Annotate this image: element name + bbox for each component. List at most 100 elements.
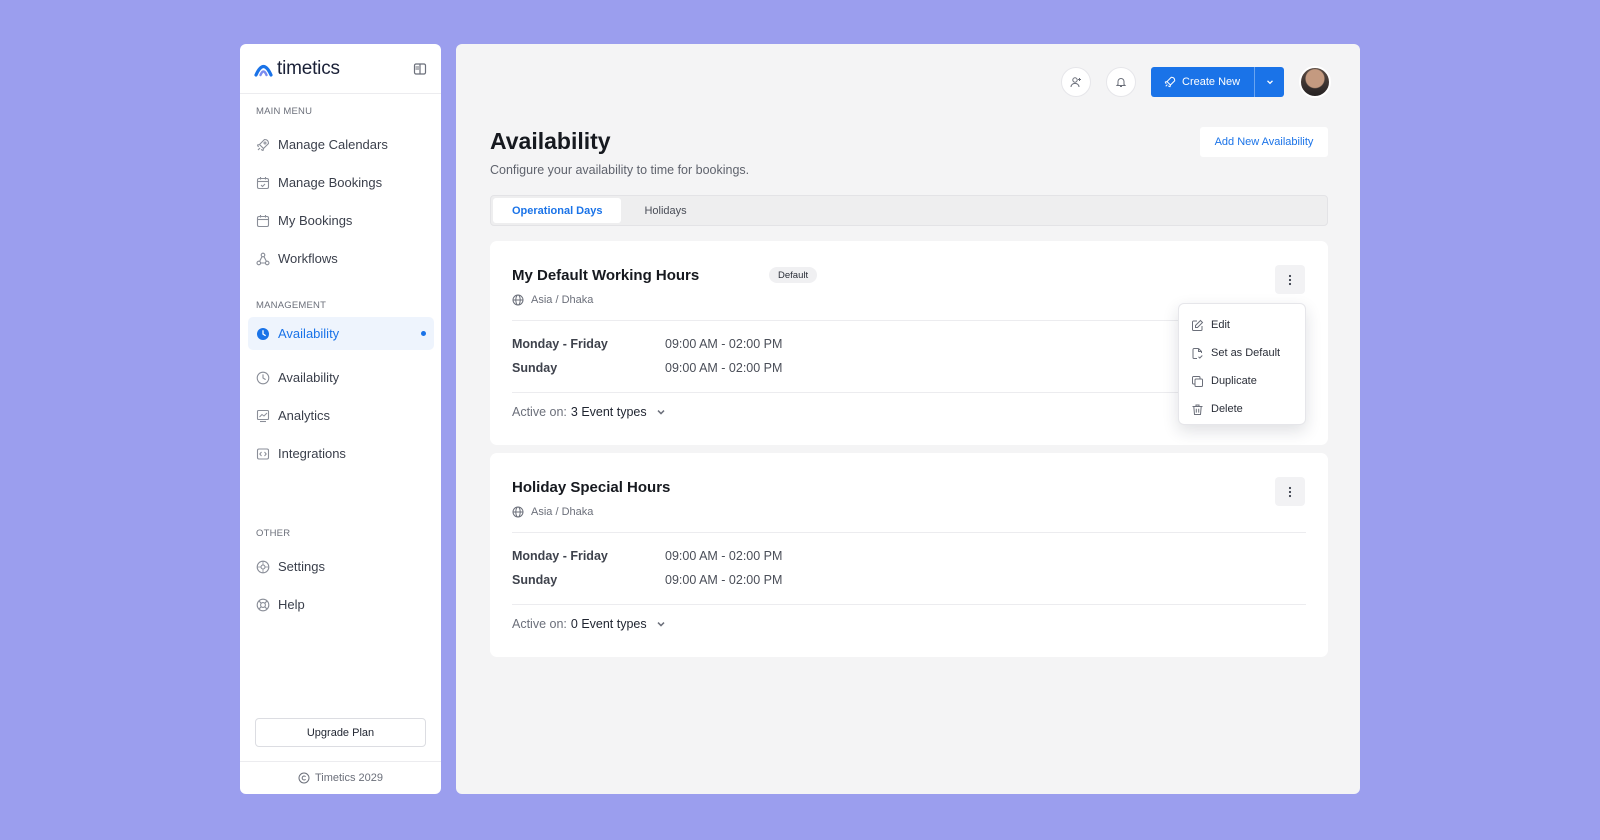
menu-item-label: Delete [1211, 403, 1243, 415]
default-badge: Default [769, 267, 818, 283]
tab-bar: Operational Days Holidays [490, 195, 1328, 226]
sidebar-item-label: Integrations [278, 446, 346, 461]
sidebar-footer: Timetics 2029 [240, 761, 441, 794]
management-label: MANAGEMENT [256, 300, 327, 311]
menu-item-set-as-default[interactable]: Set as Default [1179, 339, 1305, 367]
card-title: Holiday Special Hours [512, 479, 671, 496]
help-icon [256, 598, 270, 611]
page-subtitle: Configure your availability to time for … [490, 163, 750, 177]
calendar-icon [256, 214, 270, 227]
create-new-button[interactable]: Create New [1151, 67, 1284, 97]
chevron-down-icon [657, 622, 665, 627]
create-new-main[interactable]: Create New [1151, 76, 1254, 88]
menu-item-label: Duplicate [1211, 375, 1257, 387]
analytics-icon [256, 409, 270, 422]
create-new-dropdown[interactable] [1254, 67, 1284, 97]
menu-item-label: Edit [1211, 319, 1230, 331]
menu-item-edit[interactable]: Edit [1179, 311, 1305, 339]
sidebar-item-label: Availability [278, 326, 340, 341]
timezone-label: Asia / Dhaka [531, 294, 594, 306]
user-avatar[interactable] [1299, 66, 1331, 98]
sidebar-item-workflows[interactable]: Workflows [248, 242, 434, 275]
sidebar-item-label: Manage Calendars [278, 137, 388, 152]
copyright-icon [298, 772, 310, 784]
menu-item-label: Set as Default [1211, 347, 1281, 359]
notification-button[interactable] [1106, 67, 1136, 97]
active-on-prefix: Active on: [512, 617, 567, 631]
more-vertical-icon [1288, 274, 1292, 285]
card-menu-button[interactable] [1275, 477, 1305, 506]
duplicate-icon [1192, 375, 1203, 387]
chevron-down-icon [657, 410, 665, 415]
active-on-value: 3 Event types [570, 405, 647, 419]
sidebar-item-analytics[interactable]: Analytics [248, 399, 434, 432]
sidebar-item-availability[interactable]: Availability [248, 361, 434, 394]
schedule-hours: 09:00 AM - 02:00 PM [665, 573, 783, 587]
timezone: Asia / Dhaka [512, 294, 593, 306]
sidebar-item-label: Workflows [278, 251, 338, 266]
schedule-days: Sunday [512, 361, 558, 375]
sidebar-item-manage-bookings[interactable]: Manage Bookings [248, 166, 434, 199]
upgrade-plan-button[interactable]: Upgrade Plan [255, 718, 426, 747]
page-title: Availability [490, 128, 611, 154]
timezone: Asia / Dhaka [512, 506, 593, 518]
schedule-hours: 09:00 AM - 02:00 PM [665, 337, 783, 351]
card-divider [512, 532, 1306, 533]
globe-icon [512, 294, 524, 306]
main-menu-label: MAIN MENU [256, 106, 313, 117]
globe-icon [512, 506, 524, 518]
sidebar-item-manage-calendars[interactable]: Manage Calendars [248, 128, 434, 161]
footer-text: Timetics 2029 [314, 772, 384, 784]
sidebar-item-label: Availability [278, 370, 340, 385]
card-menu-button[interactable] [1275, 265, 1305, 294]
schedule-days: Monday - Friday [512, 337, 608, 351]
clock-icon [256, 371, 270, 384]
sidebar-collapse-icon[interactable] [413, 62, 427, 76]
sidebar-item-integrations[interactable]: Integrations [248, 437, 434, 470]
schedule-hours: 09:00 AM - 02:00 PM [665, 361, 783, 375]
file-check-icon [1192, 347, 1203, 359]
schedule-hours: 09:00 AM - 02:00 PM [665, 549, 783, 563]
sidebar-item-label: Analytics [278, 408, 331, 423]
active-on-toggle[interactable]: Active on: 0 Event types [512, 617, 667, 631]
active-on-value: 0 Event types [570, 617, 647, 631]
availability-card: Holiday Special Hours Asia / Dhaka Monda… [490, 453, 1328, 657]
timezone-label: Asia / Dhaka [531, 506, 594, 518]
brand-logo[interactable]: timetics [254, 58, 340, 80]
edit-icon [1192, 319, 1204, 331]
schedule-days: Monday - Friday [512, 549, 608, 563]
rocket-icon [1164, 76, 1176, 88]
bell-icon [1115, 78, 1127, 87]
sidebar-item-label: Manage Bookings [278, 175, 383, 190]
active-on-toggle[interactable]: Active on: 3 Event types [512, 405, 667, 419]
workflow-icon [256, 252, 270, 265]
sidebar: timetics MAIN MENU Manage Calendars Mana… [240, 44, 441, 794]
integrations-icon [256, 447, 270, 460]
menu-item-delete[interactable]: Delete [1179, 395, 1305, 423]
trash-icon [1192, 404, 1203, 415]
add-new-availability-button[interactable]: Add New Availability [1200, 127, 1328, 157]
add-user-button[interactable] [1061, 67, 1091, 97]
sidebar-item-label: My Bookings [278, 213, 353, 228]
card-divider [512, 604, 1306, 605]
schedule-days: Sunday [512, 573, 558, 587]
create-new-label: Create New [1182, 76, 1241, 88]
brand-name: timetics [277, 57, 340, 79]
card-title: My Default Working Hours [512, 267, 700, 284]
sidebar-item-help[interactable]: Help [248, 588, 434, 621]
clock-filled-icon [257, 327, 269, 340]
timetics-logo-icon [254, 64, 273, 77]
tab-holidays[interactable]: Holidays [625, 198, 705, 223]
chevron-down-icon [1266, 80, 1273, 85]
logo-row: timetics [240, 44, 441, 94]
sidebar-item-settings[interactable]: Settings [248, 550, 434, 583]
tab-operational-days[interactable]: Operational Days [493, 198, 622, 223]
calendar-check-icon [256, 176, 270, 189]
sidebar-item-availability-active[interactable]: Availability [248, 317, 434, 350]
rocket-icon [256, 138, 270, 151]
card-actions-menu: Edit Set as Default Duplicate Delete [1178, 303, 1306, 425]
add-user-icon [1070, 77, 1081, 88]
sidebar-item-my-bookings[interactable]: My Bookings [248, 204, 434, 237]
other-label: OTHER [256, 528, 291, 539]
menu-item-duplicate[interactable]: Duplicate [1179, 367, 1305, 395]
